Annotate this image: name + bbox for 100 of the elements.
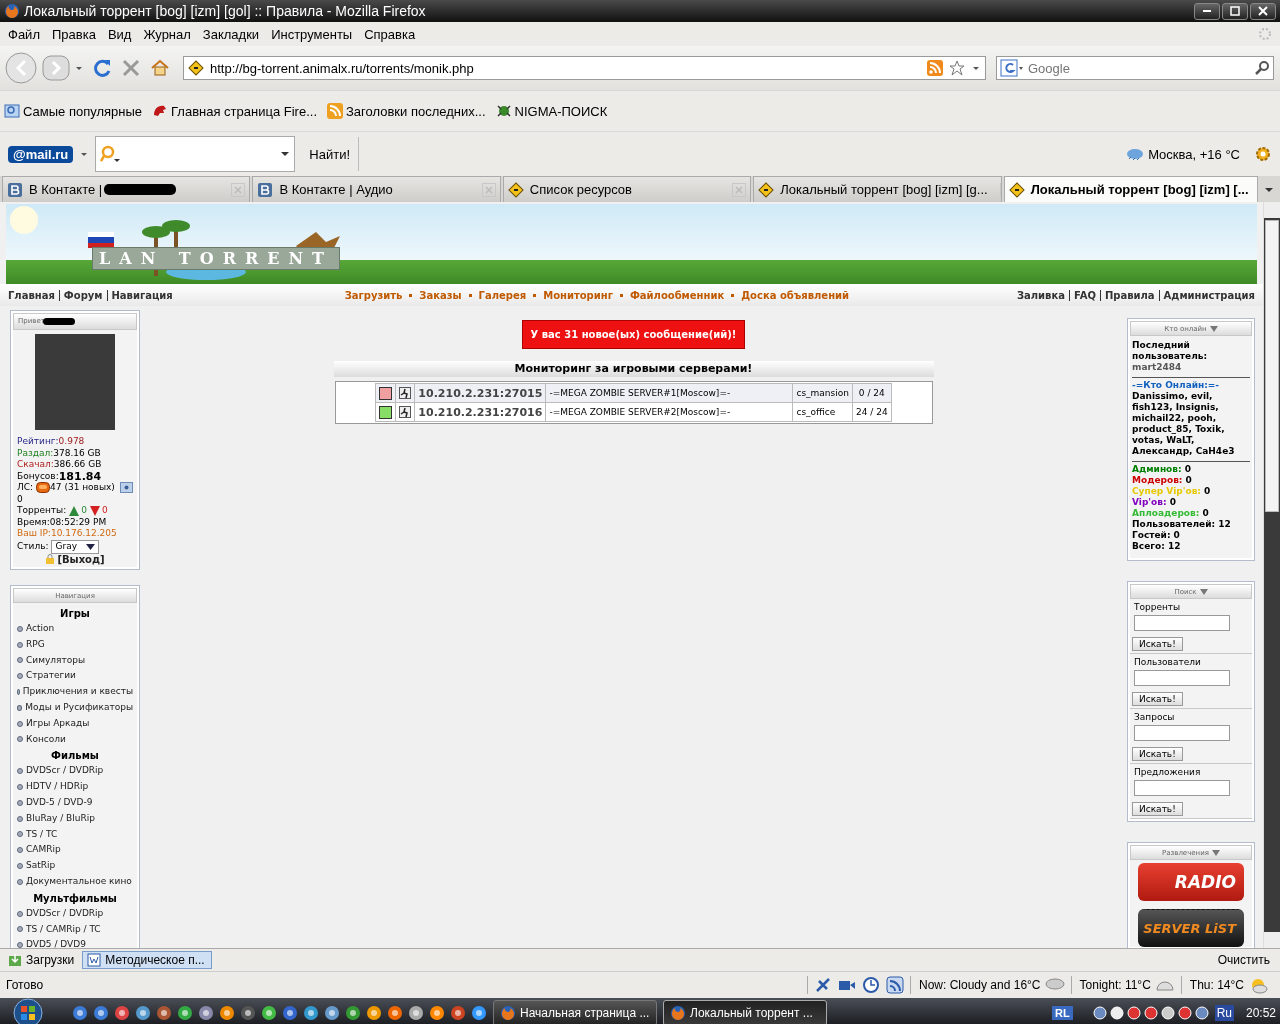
category-link[interactable]: Приключения и квесты — [17, 684, 133, 700]
category-link[interactable]: Моды и Русификаторы — [17, 700, 133, 716]
category-link[interactable]: HDTV / HDRip — [17, 779, 133, 795]
tray-icon[interactable] — [1143, 1006, 1158, 1020]
app-icon[interactable] — [156, 1005, 172, 1021]
reload-icon[interactable] — [91, 57, 113, 79]
server-address[interactable]: 10.210.2.231:27016 — [414, 402, 546, 422]
app-icon[interactable] — [261, 1005, 277, 1021]
category-link[interactable]: Симуляторы — [17, 652, 133, 669]
nav-link[interactable]: Загрузить — [344, 289, 403, 301]
language-bar-icon[interactable]: RL — [1051, 1006, 1073, 1020]
caret-icon[interactable] — [1209, 325, 1218, 332]
settings-icon[interactable] — [1254, 145, 1272, 163]
nav-link[interactable]: Главная — [8, 289, 59, 301]
menu-item[interactable]: Журнал — [137, 26, 197, 42]
search-field[interactable] — [1134, 670, 1230, 686]
bookmark-link[interactable]: NIGMA-ПОИСК — [495, 103, 608, 119]
browser-tab[interactable]: В Контакте | — [2, 176, 251, 202]
search-button[interactable]: Искать! — [1132, 692, 1183, 706]
app-icon[interactable] — [240, 1005, 256, 1021]
nav-link[interactable]: Навигация — [106, 289, 177, 301]
weather-item[interactable]: Now: Cloudy and 16°C — [919, 976, 1072, 994]
style-select[interactable]: Gray — [51, 539, 100, 554]
dropdown-icon[interactable] — [280, 149, 291, 159]
nav-link[interactable]: FAQ — [1069, 289, 1100, 301]
menu-item[interactable]: Вид — [101, 26, 138, 42]
satellite-icon[interactable] — [814, 976, 832, 994]
taskbar-button[interactable]: Начальная страница ... — [493, 1000, 657, 1024]
caret-icon[interactable] — [1199, 588, 1208, 595]
app-icon[interactable] — [324, 1005, 340, 1021]
search-field[interactable]: Google — [996, 56, 1274, 80]
category-link[interactable]: DVD-5 / DVD-9 — [17, 794, 133, 811]
search-field[interactable] — [1134, 725, 1230, 741]
category-link[interactable]: TS / CAMRip / TC — [17, 921, 133, 938]
nav-link[interactable]: Заливка — [1016, 289, 1069, 301]
bookmark-link[interactable]: Самые популярные — [4, 103, 143, 119]
app-icon[interactable] — [429, 1005, 445, 1021]
search-field[interactable] — [95, 136, 296, 172]
app-icon[interactable] — [114, 1005, 130, 1021]
app-icon[interactable] — [219, 1005, 235, 1021]
scrollbar[interactable] — [1263, 202, 1280, 948]
category-link[interactable]: Action — [17, 621, 133, 637]
search-button[interactable]: Искать! — [1132, 747, 1183, 761]
tray-icon[interactable] — [1126, 1006, 1141, 1020]
nav-link[interactable]: Галерея — [461, 289, 527, 301]
app-icon[interactable] — [303, 1005, 319, 1021]
banner[interactable]: SERVER LiST — [1138, 909, 1244, 947]
nav-link[interactable]: Файлообменник — [612, 289, 725, 301]
nav-link[interactable]: Доска объявлений — [724, 289, 850, 301]
app-icon[interactable] — [387, 1005, 403, 1021]
menu-item[interactable]: Инструменты — [265, 26, 359, 42]
taskbar-button[interactable]: Локальный торрент ... — [663, 1000, 827, 1024]
mail-icon[interactable] — [36, 482, 51, 494]
browser-tab[interactable]: Список ресурсов — [502, 176, 752, 202]
message-count[interactable]: 47 (31 новых) — [50, 482, 115, 494]
bookmark-star-icon[interactable] — [949, 60, 965, 76]
find-button[interactable]: Найти! — [301, 137, 360, 171]
app-icon[interactable] — [471, 1005, 487, 1021]
nav-link[interactable]: Заказы — [402, 289, 462, 301]
weather-item[interactable]: Tonight: 11°C — [1079, 976, 1182, 994]
nav-link[interactable]: Форум — [58, 289, 107, 301]
category-link[interactable]: RPG — [17, 636, 133, 653]
compose-icon[interactable] — [120, 482, 133, 494]
app-icon[interactable] — [198, 1005, 214, 1021]
category-link[interactable]: DVD5 / DVD9 — [17, 937, 133, 948]
app-icon[interactable] — [72, 1005, 88, 1021]
tray-icon[interactable] — [1177, 1006, 1192, 1020]
rss-icon[interactable] — [886, 976, 904, 994]
minimize-button[interactable] — [1194, 2, 1220, 20]
search-button[interactable]: Искать! — [1132, 802, 1183, 816]
app-icon[interactable] — [282, 1005, 298, 1021]
menu-item[interactable]: Файл — [2, 26, 46, 42]
category-link[interactable]: Игры Аркады — [17, 715, 133, 732]
forward-icon[interactable] — [42, 55, 70, 81]
caret-icon[interactable] — [1211, 849, 1220, 856]
clock-icon[interactable] — [862, 976, 880, 994]
category-link[interactable]: DVDScr / DVDRip — [17, 763, 133, 780]
nav-link[interactable]: Администрация — [1158, 289, 1255, 301]
menu-item[interactable]: Справка — [358, 26, 422, 42]
category-link[interactable]: BluRay / BluRip — [17, 810, 133, 827]
category-link[interactable]: Стратегии — [17, 668, 133, 685]
weather-link[interactable]: Москва, +16 °C — [1126, 146, 1240, 162]
tray-icon[interactable] — [1092, 1006, 1107, 1020]
category-link[interactable]: Консоли — [17, 731, 133, 748]
search-field[interactable] — [1134, 780, 1230, 796]
tray-icon[interactable] — [1160, 1006, 1175, 1020]
nav-link[interactable]: Мониторинг — [526, 289, 613, 301]
app-icon[interactable] — [408, 1005, 424, 1021]
download-item[interactable]: Загрузки — [4, 952, 79, 968]
app-icon[interactable] — [135, 1005, 151, 1021]
home-icon[interactable] — [149, 57, 171, 79]
app-icon[interactable] — [93, 1005, 109, 1021]
search-icon[interactable] — [1254, 60, 1270, 76]
download-item[interactable]: Методическое п... — [82, 951, 213, 969]
app-icon[interactable] — [177, 1005, 193, 1021]
nav-link[interactable]: Правила — [1099, 289, 1159, 301]
category-link[interactable]: Документальное кино — [17, 873, 133, 890]
menu-item[interactable]: Правка — [45, 26, 102, 42]
message-alert[interactable]: У вас 31 новое(ых) сообщение(ий)! — [521, 320, 746, 349]
weather-item[interactable]: Thu: 14°C — [1189, 976, 1274, 994]
